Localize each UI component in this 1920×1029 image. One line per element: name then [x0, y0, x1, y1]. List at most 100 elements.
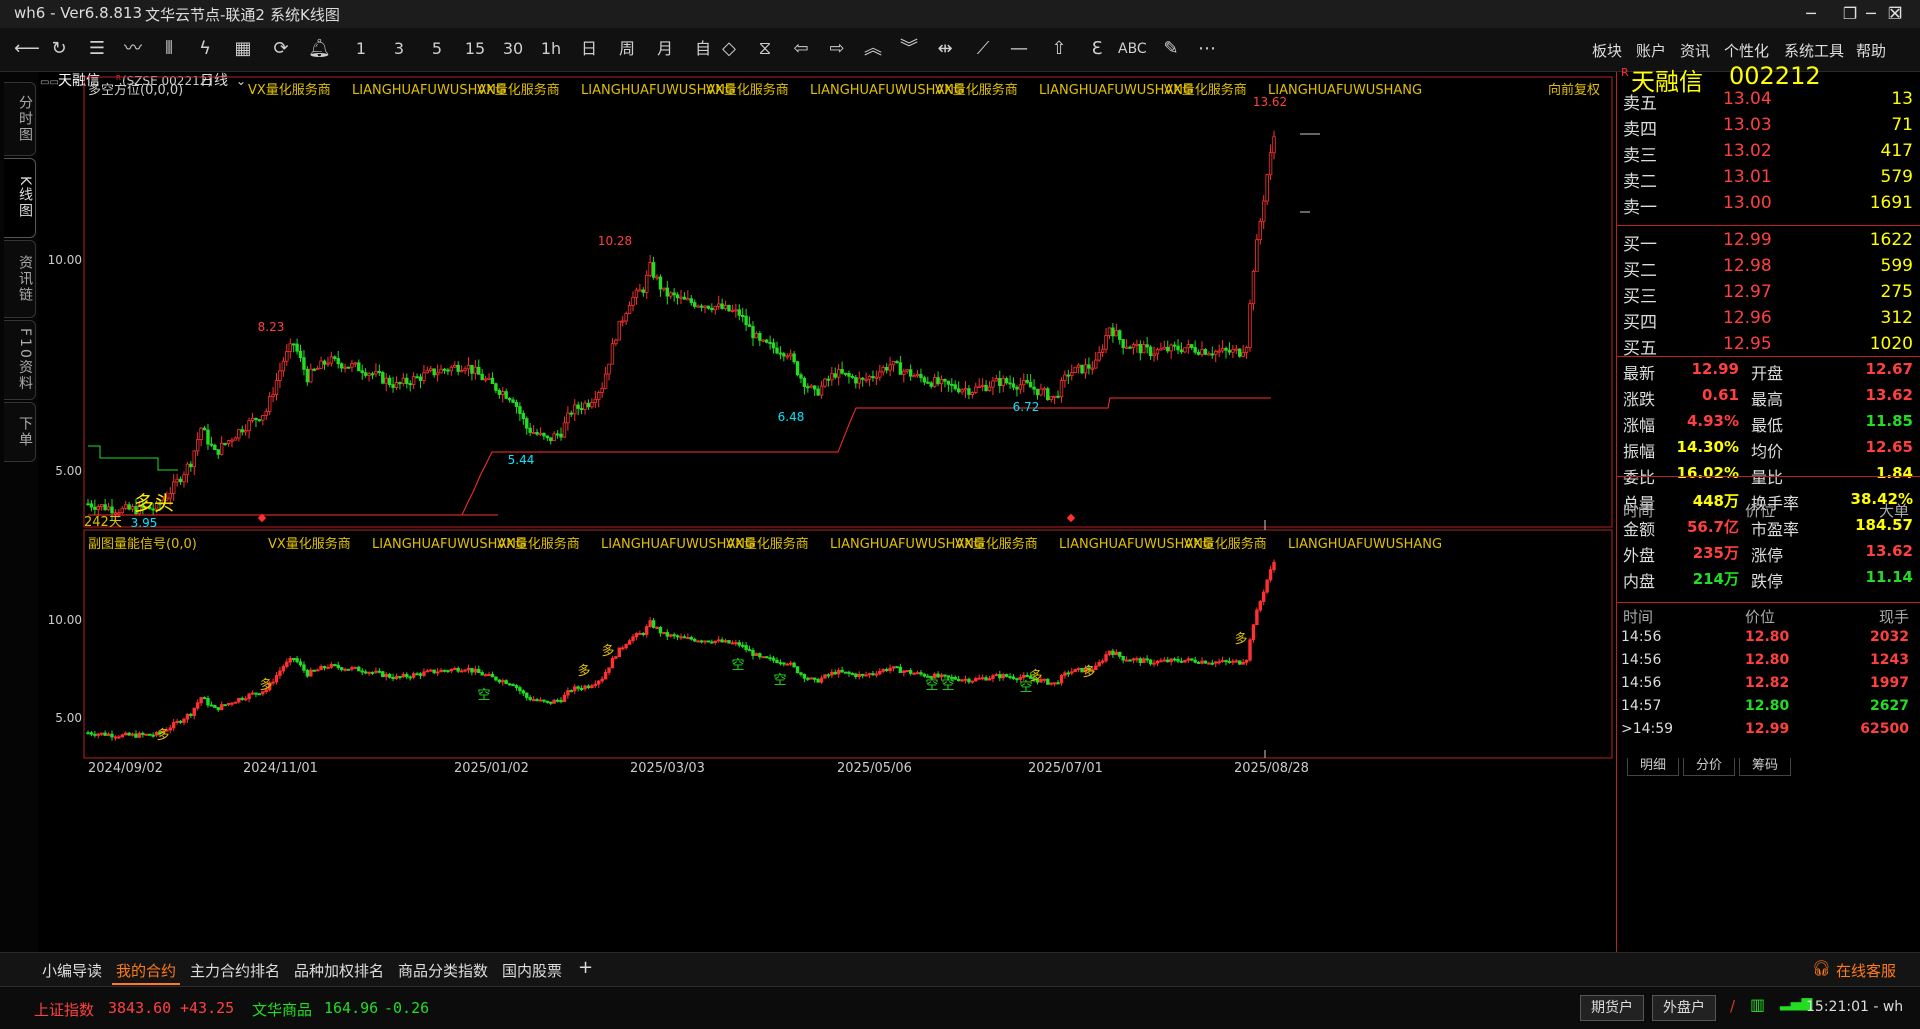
scroll-right-icon[interactable]: ⇨ [826, 36, 848, 62]
period-1[interactable]: 3 [388, 36, 410, 62]
add-tab-icon[interactable]: + [578, 957, 593, 978]
candlestick-icon[interactable]: ⫴ [158, 36, 180, 62]
refresh-icon[interactable]: ↻ [48, 36, 70, 62]
headset-icon[interactable]: 🎧︎ [1812, 959, 1831, 977]
kline-chart[interactable]: ▭▭ 天融信 R (SZSE 002212)日线 ⌄多空方位(0,0,0) VX量化服务商… [38, 72, 1616, 952]
candle-body [720, 303, 724, 309]
scroll-left-icon[interactable]: ⇦ [790, 36, 812, 62]
candle-body [795, 666, 800, 674]
panel-tab-2[interactable]: 筹码 [1739, 758, 1791, 776]
window-minimize-button[interactable]: ─ [1796, 2, 1826, 26]
futures-account-button[interactable]: 期货户 [1580, 995, 1644, 1021]
asks-row-2[interactable]: 卖三 13.02 417 [1617, 139, 1920, 166]
candle-body [117, 512, 121, 515]
down-chevron-icon[interactable]: ︾ [898, 36, 920, 62]
asks-row-4[interactable]: 卖一 13.00 1691 [1617, 191, 1920, 218]
zoom-out-icon[interactable]: ⧖ [754, 36, 776, 62]
left-tab-4[interactable]: 下单 [4, 402, 36, 462]
candle-body [1203, 349, 1208, 355]
bottom-tab-2[interactable]: 主力合约排名 [190, 960, 280, 981]
draw-pen-icon[interactable]: ✎ [1160, 36, 1182, 62]
menu-item-3[interactable]: 个性化 [1724, 40, 1769, 61]
candle-body [717, 303, 721, 307]
period-9[interactable]: 自 [692, 36, 714, 62]
up-chevron-icon[interactable]: ︽ [862, 36, 884, 62]
menu-item-5[interactable]: 帮助 [1856, 40, 1886, 61]
foreign-account-button[interactable]: 外盘户 [1652, 995, 1716, 1021]
grid-icon[interactable]: ▦ [232, 36, 254, 62]
alarm-bell-icon[interactable]: 🔔︎ [308, 36, 331, 62]
bottom-tab-1[interactable]: 我的合约 [116, 960, 176, 981]
candle-body [610, 343, 615, 365]
period-7[interactable]: 周 [616, 36, 638, 62]
bids-row-3[interactable]: 买四 12.96 312 [1617, 306, 1920, 333]
bids-row-1[interactable]: 买二 12.98 599 [1617, 254, 1920, 281]
menu-item-4[interactable]: 系统工具 [1784, 40, 1844, 61]
candle-body [110, 733, 114, 738]
list-icon[interactable]: ☰ [86, 36, 108, 62]
candle-body [1104, 335, 1108, 350]
candle-body [723, 640, 728, 643]
zoom-in-icon[interactable]: ◇ [718, 36, 740, 62]
trade-price: 12.99 [1745, 721, 1790, 737]
menu-item-1[interactable]: 账户 [1636, 40, 1666, 61]
asks-row-1[interactable]: 卖四 13.03 71 [1617, 113, 1920, 140]
x-date-2: 2025/01/02 [454, 761, 529, 776]
candle-body [429, 669, 433, 672]
candle-body [305, 669, 310, 677]
online-service-link[interactable]: 在线客服 [1836, 960, 1896, 981]
fibonacci-icon[interactable]: Ɛ [1086, 36, 1108, 62]
asks-row-0[interactable]: 卖五 13.04 13 [1617, 87, 1920, 114]
candle-body [699, 305, 704, 308]
period-3[interactable]: 15 [464, 36, 486, 62]
stat-v2: 13.62 [1865, 386, 1913, 404]
arrow-up-icon[interactable]: ⇧ [1048, 36, 1070, 62]
left-tab-3[interactable]: F10资料 [4, 320, 36, 400]
bids-row-2[interactable]: 买三 12.97 275 [1617, 280, 1920, 307]
period-6[interactable]: 日 [578, 36, 600, 62]
left-tab-0[interactable]: 分时图 [4, 82, 36, 156]
period-5[interactable]: 1h [540, 36, 562, 62]
cycle-icon[interactable]: ⟳ [270, 36, 292, 62]
left-tab-1[interactable]: K线图 [4, 158, 36, 238]
hline-icon[interactable]: — [1008, 36, 1030, 62]
candle-body [405, 377, 409, 384]
candle-body [549, 701, 553, 704]
period-8[interactable]: 月 [654, 36, 676, 62]
left-tab-2[interactable]: 资讯链 [4, 240, 36, 318]
asks-row-3[interactable]: 卖二 13.01 579 [1617, 165, 1920, 192]
trade_header-col: 时间 [1623, 608, 1654, 626]
period-4[interactable]: 30 [502, 36, 524, 62]
text-tool[interactable]: ABC [1118, 36, 1147, 62]
bids-price: 12.99 [1723, 230, 1772, 250]
window-restore-button[interactable]: ❐ [1835, 2, 1865, 26]
bottom-tab-4[interactable]: 商品分类指数 [398, 960, 488, 981]
bids-row-4[interactable]: 买五 12.95 1020 [1617, 332, 1920, 359]
back-icon[interactable]: ⟵ [14, 36, 40, 62]
period-2[interactable]: 5 [426, 36, 448, 62]
stat-l2: 开盘 [1751, 364, 1784, 383]
bottom-tab-3[interactable]: 品种加权排名 [294, 960, 384, 981]
panel-tab-0[interactable]: 明细 [1627, 758, 1679, 776]
trendline-icon[interactable]: ⟋ [972, 36, 994, 62]
indicator-icon[interactable]: ϟ [194, 36, 216, 62]
panel-tab-1[interactable]: 分价 [1683, 758, 1735, 776]
line-chart-icon[interactable]: 〰 [122, 36, 144, 62]
candle-body [936, 377, 940, 385]
crosshair-icon[interactable]: ⇹ [934, 36, 956, 62]
menu-item-0[interactable]: 板块 [1592, 40, 1622, 61]
candle-body [223, 442, 227, 445]
candle-body [1166, 346, 1170, 352]
candle-body [775, 347, 779, 354]
bottom-tab-5[interactable]: 国内股票 [502, 960, 562, 981]
bottom-tab-0[interactable]: 小编导读 [42, 960, 102, 981]
bids-row-0[interactable]: 买一 12.99 1622 [1617, 228, 1920, 255]
period-0[interactable]: 1 [350, 36, 372, 62]
window-close-button[interactable]: ✕ [1880, 2, 1910, 26]
candle-body [888, 364, 892, 371]
candle-body [1220, 660, 1225, 663]
candle-body [627, 640, 632, 645]
menu-item-2[interactable]: 资讯 [1680, 40, 1710, 61]
more-icon[interactable]: ⋯ [1196, 36, 1218, 62]
candle-body [792, 662, 796, 668]
